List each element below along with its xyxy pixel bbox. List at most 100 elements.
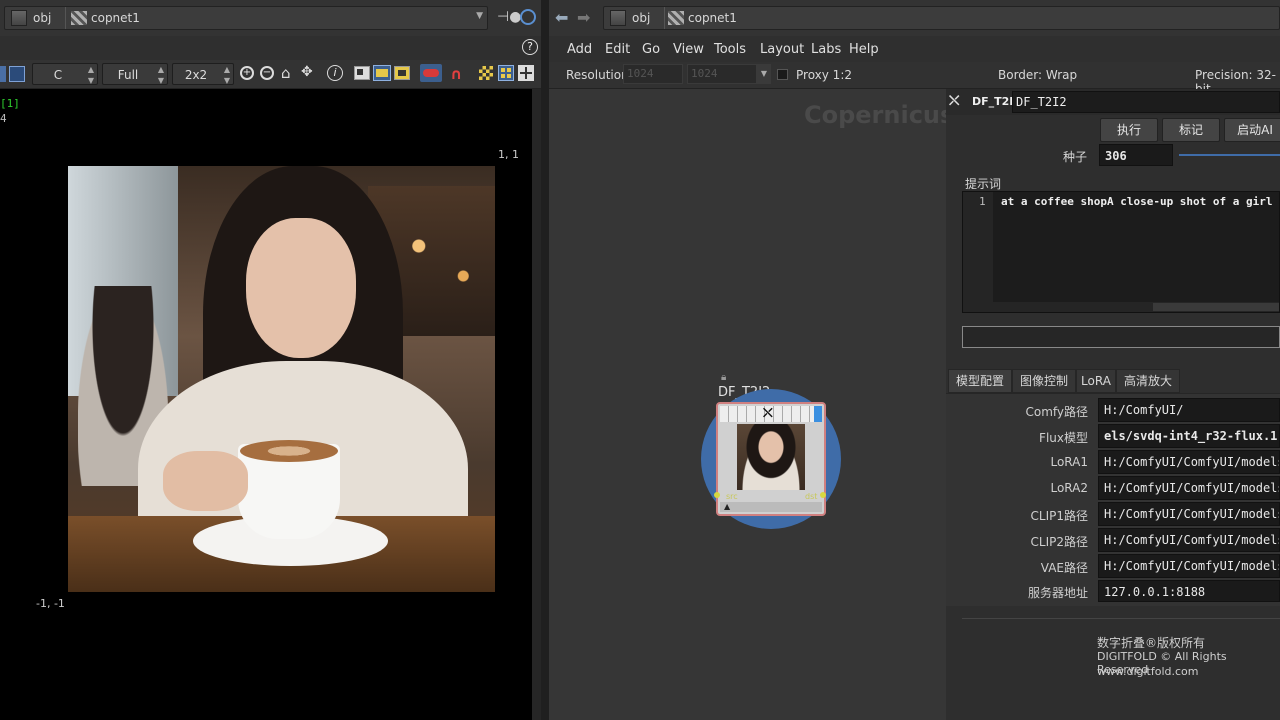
field-row-vae: VAE路径 H:/ComfyUI/ComfyUI/models/vae — [946, 554, 1280, 578]
prompt-text[interactable]: at a coffee shopA close-up shot of a gir… — [1001, 195, 1273, 208]
server-address-field[interactable]: 127.0.0.1:8188 — [1098, 580, 1280, 602]
clip1-label: CLIP1路径 — [1030, 509, 1088, 523]
path-dropdown-icon[interactable]: ▼ — [476, 11, 483, 21]
home-icon[interactable]: ⌂ — [281, 64, 291, 82]
proxy-checkbox[interactable] — [777, 69, 788, 80]
menu-go[interactable]: Go — [642, 42, 660, 57]
field-row-clip2: CLIP2路径 H:/ComfyUI/ComfyUI/models/clip — [946, 528, 1280, 552]
right-pane: ⬅ ➡ obj copnet1 Add Edit Go View Tools L… — [549, 0, 1280, 720]
prompt-editor[interactable]: 1 at a coffee shopA close-up shot of a g… — [962, 191, 1280, 313]
zoom-out-icon[interactable]: − — [260, 66, 274, 80]
forward-arrow-icon[interactable]: ➡ — [577, 8, 590, 27]
port-src-label: src — [726, 492, 738, 501]
seed-slider[interactable] — [1179, 154, 1280, 156]
path-root-label[interactable]: obj — [33, 11, 51, 25]
pane-divider[interactable] — [541, 0, 549, 720]
breadcrumb-separator-icon — [55, 7, 66, 29]
res-x-field[interactable]: 1024 — [623, 64, 683, 84]
res-dropdown-icon[interactable]: ▼ — [757, 64, 771, 84]
magnet-snap-icon[interactable]: ∩ — [450, 65, 462, 83]
tab-lora[interactable]: LoRA — [1076, 369, 1116, 393]
prompt-gutter — [963, 192, 993, 312]
tab-hires-upscale[interactable]: 高清放大 — [1116, 369, 1180, 393]
lora1-label: LoRA1 — [1050, 455, 1088, 469]
seed-field[interactable]: 306 — [1099, 144, 1173, 166]
hand — [163, 451, 248, 511]
expand-triangle-icon[interactable]: ▲ — [724, 502, 730, 511]
menu-tools[interactable]: Tools — [714, 42, 746, 57]
tab-strip: 模型配置 图像控制 LoRA 高清放大 — [946, 369, 1280, 393]
menu-layout[interactable]: Layout — [760, 42, 804, 57]
guides-icon[interactable] — [518, 65, 534, 81]
menu-add[interactable]: Add — [567, 42, 592, 57]
menu-edit[interactable]: Edit — [605, 42, 630, 57]
path-node-label[interactable]: copnet1 — [688, 11, 737, 25]
clip1-field[interactable]: H:/ComfyUI/ComfyUI/models/clip — [1098, 502, 1280, 526]
breadcrumb-separator-icon — [654, 7, 665, 29]
back-arrow-icon[interactable]: ⬅ — [555, 8, 568, 27]
field-row-lora2: LoRA2 H:/ComfyUI/ComfyUI/models/loras — [946, 476, 1280, 500]
vae-label: VAE路径 — [1040, 561, 1088, 575]
menu-labs[interactable]: Labs — [811, 42, 841, 57]
viewport-scrollbar[interactable] — [532, 89, 541, 720]
lock-icon: 🔒︎ — [721, 372, 727, 383]
left-path-field[interactable]: obj copnet1 ▼ — [4, 6, 488, 30]
df-t2i2-node[interactable]: ⛌ src dst ▲ — [714, 402, 826, 516]
node-name-field[interactable]: DF_T2I2 — [1012, 91, 1280, 113]
launch-ai-button[interactable]: 启动AI — [1224, 118, 1280, 142]
flux-model-field[interactable]: els/svdq-int4_r32-flux.1-dev — [1098, 424, 1280, 448]
display-mode-icon[interactable] — [0, 66, 6, 82]
viewer-swatch-icon[interactable] — [9, 66, 25, 82]
field-row-lora1: LoRA1 H:/ComfyUI/ComfyUI/models/loras — [946, 450, 1280, 474]
prompt-hscrollbar[interactable] — [993, 302, 1279, 312]
menu-view[interactable]: View — [673, 42, 704, 57]
clip2-field[interactable]: H:/ComfyUI/ComfyUI/models/clip — [1098, 528, 1280, 552]
path-root-label[interactable]: obj — [632, 11, 650, 25]
image-viewport[interactable]: [1] 4 1, 1 -1, -1 — [0, 89, 532, 720]
pan-icon[interactable]: ✥ — [301, 64, 313, 80]
right-path-field[interactable]: obj copnet1 — [603, 6, 1280, 30]
grid-overlay-icon[interactable] — [498, 65, 514, 81]
checker-bg-icon[interactable] — [479, 66, 493, 80]
seed-label: 种子 — [1063, 150, 1088, 164]
help-icon[interactable]: ? — [522, 39, 538, 55]
footer-website[interactable]: www.digitfold.com — [1097, 665, 1199, 678]
execute-button[interactable]: 执行 — [1100, 118, 1158, 142]
split-view-icon[interactable] — [373, 65, 391, 81]
left-path-bar: obj copnet1 ▼ ⊣● — [0, 0, 541, 36]
link-circle-icon[interactable] — [520, 9, 536, 25]
comfy-path-field[interactable]: H:/ComfyUI/ — [1098, 398, 1280, 422]
path-node-label[interactable]: copnet1 — [91, 11, 140, 25]
menu-bar: Add Edit Go View Tools Layout Labs Help — [549, 36, 1280, 62]
flux-model-label: Flux模型 — [1039, 431, 1088, 445]
output-port-icon[interactable] — [820, 492, 826, 498]
network-editor[interactable]: Copernicus 🔒︎ DF_T2I2 ⛌ src dst ▲ — [549, 89, 954, 720]
single-view-icon[interactable] — [354, 66, 370, 80]
footer-divider — [962, 618, 1280, 619]
field-row-flux-model: Flux模型 els/svdq-int4_r32-flux.1-dev — [946, 424, 1280, 448]
server-address-label: 服务器地址 — [1027, 586, 1088, 600]
tab-image-control[interactable]: 图像控制 — [1012, 369, 1076, 393]
tab-model-config[interactable]: 模型配置 — [948, 369, 1012, 393]
grid-select[interactable]: 2x2 ▲ ▼ — [172, 63, 234, 85]
prompt-extra-field[interactable] — [962, 326, 1280, 348]
resolution-select[interactable]: Full ▲ ▼ — [102, 63, 168, 85]
resolution-select-value: Full — [117, 68, 139, 82]
zoom-in-icon[interactable]: + — [240, 66, 254, 80]
compare-view-icon[interactable] — [394, 66, 410, 80]
res-y-field[interactable]: 1024 — [687, 64, 757, 84]
node-display-flag[interactable] — [814, 406, 822, 422]
info-icon[interactable]: i — [327, 65, 343, 81]
cook-render-icon[interactable] — [420, 64, 442, 82]
help-row: ? — [0, 36, 541, 60]
node-type-icon: ⛌ — [949, 93, 960, 109]
vae-field[interactable]: H:/ComfyUI/ComfyUI/models/vae — [1098, 554, 1280, 578]
pin-icon[interactable]: ⊣● — [497, 9, 521, 25]
channel-select[interactable]: C ▲ ▼ — [32, 63, 98, 85]
lora2-field[interactable]: H:/ComfyUI/ComfyUI/models/loras — [1098, 476, 1280, 500]
input-port-icon[interactable] — [714, 492, 720, 498]
menu-help[interactable]: Help — [849, 42, 879, 57]
mark-button[interactable]: 标记 — [1162, 118, 1220, 142]
prompt-label: 提示词 — [965, 177, 1002, 191]
lora1-field[interactable]: H:/ComfyUI/ComfyUI/models/loras — [1098, 450, 1280, 474]
